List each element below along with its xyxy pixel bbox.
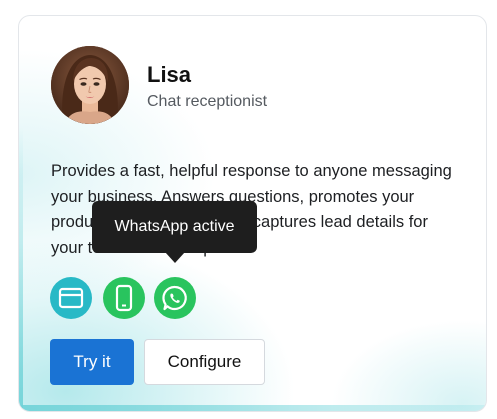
whatsapp-channel-button[interactable]	[154, 277, 196, 319]
card-glow-left-edge	[19, 126, 23, 411]
agent-name: Lisa	[147, 62, 192, 87]
avatar	[51, 46, 129, 124]
configure-button[interactable]: Configure	[144, 339, 265, 385]
card-glow-bottom-edge	[19, 405, 486, 411]
browser-window-icon	[58, 287, 84, 309]
try-it-button[interactable]: Try it	[50, 339, 134, 385]
agent-role: Chat receptionist	[147, 93, 268, 110]
tooltip-arrow	[165, 252, 185, 263]
sms-channel-button[interactable]	[103, 277, 145, 319]
whatsapp-status-tooltip: WhatsApp active	[92, 201, 257, 253]
whatsapp-icon	[162, 285, 187, 311]
mobile-phone-icon	[115, 284, 133, 312]
agent-card: Lisa Chat receptionist Provides a fast, …	[18, 15, 487, 412]
woman-portrait-icon	[51, 46, 129, 124]
web-chat-channel-button[interactable]	[50, 277, 92, 319]
